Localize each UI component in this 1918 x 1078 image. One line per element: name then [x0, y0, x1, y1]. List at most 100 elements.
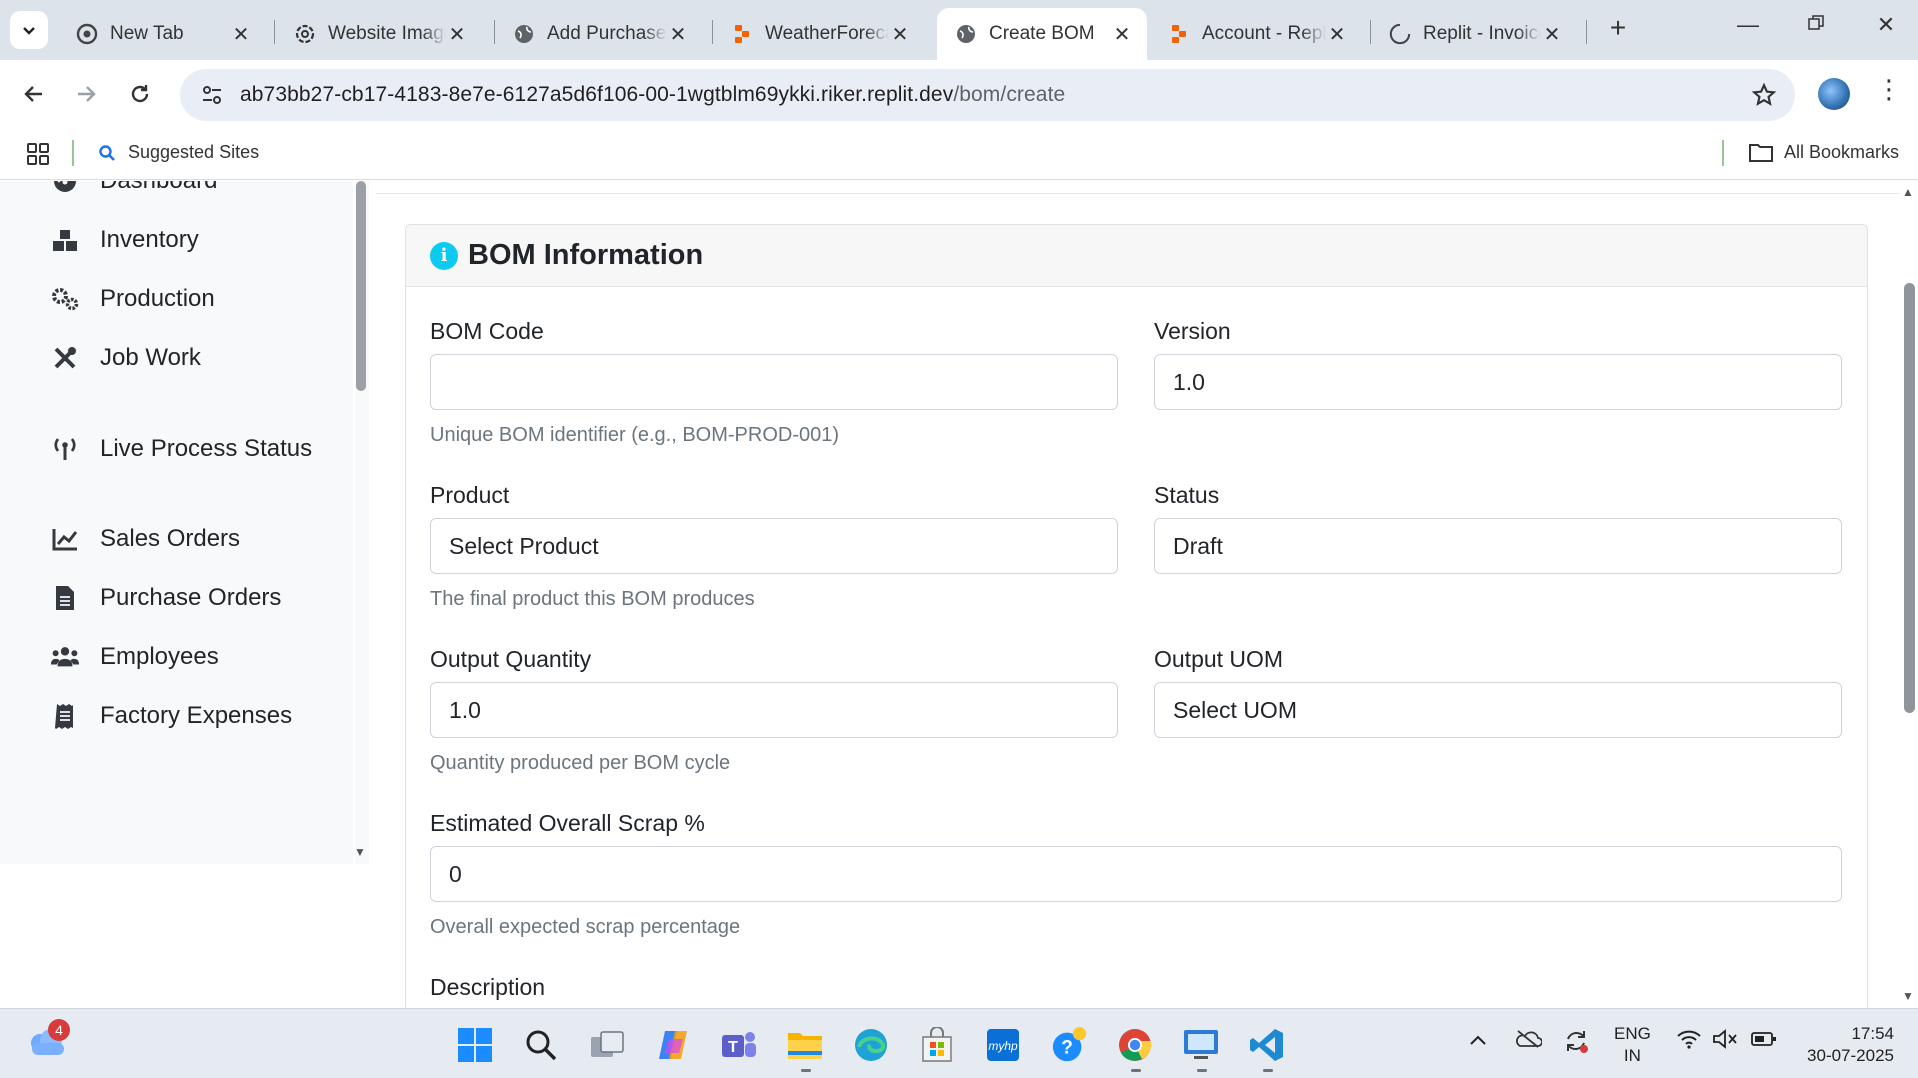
- close-icon[interactable]: ✕: [667, 22, 689, 47]
- scroll-down-arrow-icon[interactable]: ▼: [354, 845, 366, 859]
- close-icon[interactable]: ✕: [1541, 22, 1563, 47]
- sidebar-scrollbar-thumb[interactable]: [356, 181, 366, 391]
- tab-create-bom[interactable]: Create BOM ✕: [937, 8, 1147, 60]
- tab-add-purchase-order[interactable]: Add Purchase Order ✕: [495, 8, 703, 60]
- status-select[interactable]: Draft: [1154, 518, 1842, 574]
- help-icon[interactable]: ?: [1050, 1026, 1088, 1064]
- sidebar-item-sales-orders[interactable]: Sales Orders: [50, 525, 240, 553]
- bookmark-label: Suggested Sites: [128, 142, 260, 162]
- vscode-icon[interactable]: [1248, 1026, 1286, 1064]
- microsoft-store-icon[interactable]: [918, 1026, 956, 1064]
- sync-icon[interactable]: [1562, 1027, 1590, 1060]
- bom-code-input[interactable]: [430, 354, 1118, 410]
- folder-icon: [1749, 144, 1773, 162]
- copilot-icon[interactable]: [654, 1026, 692, 1064]
- input-language-indicator[interactable]: ENG IN: [1614, 1023, 1651, 1067]
- close-window-button[interactable]: ✕: [1866, 12, 1906, 38]
- output-uom-select[interactable]: Select UOM: [1154, 682, 1842, 738]
- remote-desktop-icon[interactable]: [1182, 1026, 1220, 1064]
- close-icon[interactable]: ✕: [1326, 22, 1348, 47]
- close-icon[interactable]: ✕: [446, 22, 468, 47]
- forward-button[interactable]: [68, 76, 104, 112]
- sidebar-item-label: Sales Orders: [100, 525, 241, 552]
- all-bookmarks-button[interactable]: All Bookmarks: [1748, 141, 1899, 163]
- onedrive-icon[interactable]: [1514, 1029, 1543, 1054]
- menu-kebab-icon[interactable]: ⋮: [1876, 74, 1902, 105]
- bookmark-suggested-sites[interactable]: Suggested Sites: [98, 142, 259, 163]
- wifi-icon[interactable]: [1676, 1029, 1702, 1054]
- scrap-label: Estimated Overall Scrap %: [430, 810, 705, 836]
- sidebar: Dashboard Inventory Production Job Work …: [0, 181, 353, 864]
- bookmark-star-icon[interactable]: [1751, 82, 1777, 113]
- card-title: BOM Information: [468, 239, 704, 271]
- new-tab-button[interactable]: +: [1600, 12, 1636, 44]
- sidebar-item-dashboard[interactable]: Dashboard: [50, 181, 217, 195]
- scrap-input[interactable]: [430, 846, 1842, 902]
- close-icon[interactable]: ✕: [889, 22, 911, 47]
- sidebar-item-factory-expenses[interactable]: Factory Expenses: [50, 702, 292, 730]
- task-view-icon[interactable]: [588, 1026, 626, 1064]
- sidebar-item-live-process-status[interactable]: Live Process Status: [50, 435, 312, 463]
- tab-title: Replit - Invoice: [1423, 23, 1541, 44]
- tab-account-replit[interactable]: Account - Replit ✕: [1150, 8, 1362, 60]
- search-icon[interactable]: [522, 1026, 560, 1064]
- globe-icon: [955, 23, 977, 45]
- product-select-value: Select Product: [449, 532, 599, 559]
- tab-new-tab[interactable]: New Tab ✕: [58, 8, 266, 60]
- output-quantity-input[interactable]: [430, 682, 1118, 738]
- close-icon[interactable]: ✕: [1111, 22, 1133, 47]
- volume-muted-icon[interactable]: [1712, 1029, 1738, 1054]
- region-code: IN: [1623, 1046, 1641, 1065]
- sidebar-item-production[interactable]: Production: [50, 285, 215, 313]
- sidebar-item-job-work[interactable]: Job Work: [50, 344, 201, 372]
- show-hidden-icons-chevron-icon[interactable]: [1468, 1031, 1488, 1052]
- output-quantity-label: Output Quantity: [430, 646, 592, 672]
- file-explorer-icon[interactable]: [786, 1026, 824, 1064]
- page-scrollbar-thumb[interactable]: [1904, 283, 1915, 713]
- arrow-right-icon: [78, 86, 96, 102]
- battery-icon[interactable]: [1750, 1029, 1778, 1054]
- restore-button[interactable]: [1796, 12, 1836, 38]
- receipt-icon: [50, 703, 80, 729]
- back-button[interactable]: [16, 76, 52, 112]
- tab-title: Account - Replit: [1202, 23, 1326, 44]
- site-settings-icon[interactable]: [194, 83, 230, 107]
- version-label: Version: [1154, 318, 1231, 344]
- chrome-icon[interactable]: [1116, 1026, 1154, 1064]
- sidebar-item-purchase-orders[interactable]: Purchase Orders: [50, 584, 281, 612]
- scroll-up-arrow-icon[interactable]: ▲: [1902, 185, 1914, 199]
- tab-replit-invoice[interactable]: Replit - Invoice ✕: [1371, 8, 1577, 60]
- tab-website-image-manager[interactable]: Website Image Manager ✕: [276, 8, 482, 60]
- browser-toolbar: ab73bb27-cb17-4183-8e7e-6127a5d6f106-00-…: [0, 60, 1918, 128]
- myhp-icon[interactable]: myhp: [984, 1026, 1022, 1064]
- chrome-icon: [76, 23, 98, 45]
- chart-line-icon: [50, 526, 80, 552]
- address-bar[interactable]: ab73bb27-cb17-4183-8e7e-6127a5d6f106-00-…: [180, 69, 1795, 121]
- description-label: Description: [430, 974, 546, 1000]
- system-clock[interactable]: 17:54 30-07-2025: [1790, 1023, 1894, 1067]
- sidebar-item-label: Dashboard: [100, 181, 217, 195]
- sidebar-item-inventory[interactable]: Inventory: [50, 226, 199, 254]
- running-indicator: [801, 1069, 811, 1072]
- product-select[interactable]: Select Product: [430, 518, 1118, 574]
- info-icon: i: [430, 241, 458, 270]
- profile-avatar[interactable]: [1818, 78, 1850, 110]
- windows-start-icon[interactable]: [456, 1026, 494, 1064]
- reload-button[interactable]: [122, 76, 158, 112]
- scroll-down-arrow-icon[interactable]: ▼: [1902, 989, 1914, 1003]
- close-icon[interactable]: ✕: [230, 22, 252, 47]
- minimize-button[interactable]: —: [1728, 12, 1768, 38]
- main-content: i BOM Information BOM Code Unique BOM id…: [370, 181, 1900, 1008]
- svg-text:?: ?: [1061, 1038, 1073, 1059]
- version-input[interactable]: [1154, 354, 1842, 410]
- arrow-left-icon: [24, 86, 42, 102]
- sidebar-item-employees[interactable]: Employees: [50, 643, 219, 671]
- tab-search-button[interactable]: [10, 11, 48, 49]
- scrap-help: Overall expected scrap percentage: [430, 916, 741, 938]
- status-select-value: Draft: [1173, 532, 1223, 559]
- apps-grid-icon[interactable]: [26, 142, 50, 171]
- tab-weatherforecast[interactable]: WeatherForecast ✕: [713, 8, 925, 60]
- teams-icon[interactable]: T: [720, 1026, 758, 1064]
- edge-icon[interactable]: [852, 1026, 890, 1064]
- bom-information-card: i BOM Information BOM Code Unique BOM id…: [405, 224, 1868, 1008]
